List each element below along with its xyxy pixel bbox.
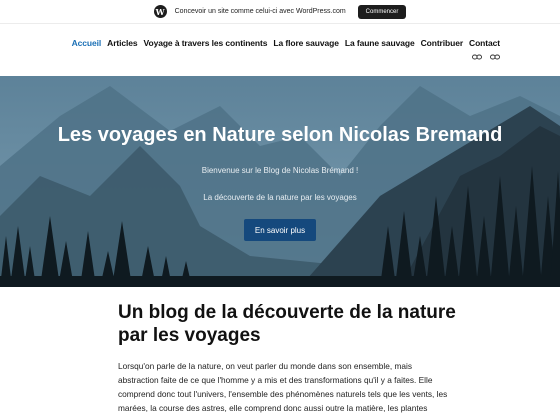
hero-welcome-text: Bienvenue sur le Blog de Nicolas Brémand… <box>201 166 359 175</box>
main-content: Un blog de la découverte de la nature pa… <box>0 287 560 420</box>
nav-item-flore[interactable]: La flore sauvage <box>273 38 339 48</box>
nav-item-contact[interactable]: Contact <box>469 38 500 48</box>
wordpress-logo-icon[interactable]: W <box>153 5 167 18</box>
link-icon[interactable] <box>490 53 500 61</box>
learn-more-button[interactable]: En savoir plus <box>244 219 316 241</box>
nav-item-voyage[interactable]: Voyage à travers les continents <box>144 38 268 48</box>
post-body: Lorsqu'on parle de la nature, on veut pa… <box>118 361 448 413</box>
hero-banner: Les voyages en Nature selon Nicolas Brem… <box>0 76 560 287</box>
nav-item-accueil[interactable]: Accueil <box>72 38 102 48</box>
link-icon[interactable] <box>472 53 482 61</box>
mountain-forest-image <box>0 76 560 287</box>
wordpress-promo-bar: W Concevoir un site comme celui-ci avec … <box>0 0 560 24</box>
start-button[interactable]: Commencer <box>357 4 407 19</box>
site-header: Accueil Articles Voyage à travers les co… <box>0 24 560 76</box>
hero-tagline: La découverte de la nature par les voyag… <box>203 193 357 202</box>
social-links <box>472 53 500 61</box>
nav-item-contribuer[interactable]: Contribuer <box>421 38 464 48</box>
main-nav: Accueil Articles Voyage à travers les co… <box>72 38 500 48</box>
promo-text[interactable]: Concevoir un site comme celui-ci avec Wo… <box>175 8 346 15</box>
nav-item-articles[interactable]: Articles <box>107 38 137 48</box>
hero-title: Les voyages en Nature selon Nicolas Brem… <box>57 124 503 146</box>
post-title: Un blog de la découverte de la nature pa… <box>118 302 456 346</box>
nav-item-faune[interactable]: La faune sauvage <box>345 38 415 48</box>
